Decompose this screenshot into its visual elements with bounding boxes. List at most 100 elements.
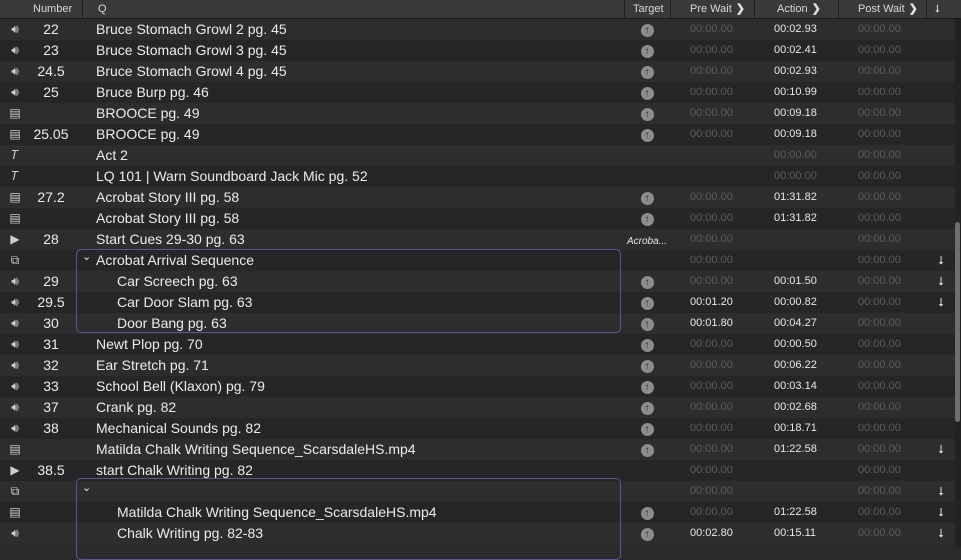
cue-target[interactable]: ↑ bbox=[624, 61, 670, 82]
cue-row[interactable]: ▤ Matilda Chalk Writing Sequence_Scarsdal… bbox=[0, 439, 955, 460]
post-wait-time[interactable]: 00:00.00 bbox=[858, 145, 928, 166]
cue-row[interactable]: 𝑇 LQ 101 | Warn Soundboard Jack Mic pg. 5… bbox=[0, 166, 955, 187]
cue-row[interactable]: 🔊︎ 29.5 Car Door Slam pg. 63 ↑ 00:01.20 00:00… bbox=[0, 292, 955, 313]
cue-row[interactable]: ▤ 27.2 Acrobat Story III pg. 58 ↑ 00:00.00 01… bbox=[0, 187, 955, 208]
cue-name[interactable]: Door Bang pg. 63 bbox=[117, 313, 227, 334]
post-wait-time[interactable]: 00:00.00 bbox=[858, 40, 928, 61]
cue-row[interactable]: ▤ Acrobat Story III pg. 58 ↑ 00:00.00 01:31.… bbox=[0, 208, 955, 229]
cue-row[interactable]: 🔊︎ 23 Bruce Stomach Growl 3 pg. 45 ↑ 00:00.0… bbox=[0, 40, 955, 61]
chevron-down-icon[interactable]: ⌄ bbox=[82, 247, 91, 268]
cue-number[interactable]: 32 bbox=[26, 355, 76, 376]
pre-wait-time[interactable]: 00:00.00 bbox=[690, 334, 760, 355]
pre-wait-time[interactable]: 00:00.00 bbox=[690, 397, 760, 418]
cue-name[interactable]: Bruce Stomach Growl 4 pg. 45 bbox=[96, 61, 287, 82]
cue-row[interactable]: 🔊︎ 32 Ear Stretch pg. 71 ↑ 00:00.00 00:06.22 0… bbox=[0, 355, 955, 376]
pre-wait-time[interactable] bbox=[690, 145, 760, 166]
cue-target[interactable]: ↑ bbox=[624, 208, 670, 229]
cue-number[interactable]: 23 bbox=[26, 40, 76, 61]
target-arrow-icon[interactable]: ↑ bbox=[640, 296, 654, 310]
action-time[interactable] bbox=[774, 250, 844, 271]
post-wait-column-header[interactable]: Post Wait ❯ bbox=[858, 0, 918, 18]
post-wait-time[interactable]: 00:00.00 bbox=[858, 166, 928, 187]
cue-number[interactable] bbox=[26, 145, 76, 166]
cue-target[interactable]: ↑ bbox=[624, 19, 670, 40]
cue-row[interactable]: 🔊︎ Chalk Writing pg. 82-83 ↑ 00:02.80 00:15.… bbox=[0, 523, 955, 544]
cue-target[interactable] bbox=[624, 250, 670, 271]
cue-target[interactable]: ↑ bbox=[624, 355, 670, 376]
cue-number[interactable] bbox=[26, 481, 76, 502]
cue-name[interactable]: Car Screech pg. 63 bbox=[117, 271, 238, 292]
cue-name[interactable]: Act 2 bbox=[96, 145, 128, 166]
post-wait-time[interactable]: 00:00.00 bbox=[858, 124, 928, 145]
post-wait-time[interactable]: 00:00.00 bbox=[858, 19, 928, 40]
cue-number[interactable]: 28 bbox=[26, 229, 76, 250]
action-time[interactable]: 00:15.11 bbox=[774, 523, 844, 544]
action-time[interactable]: 01:22.58 bbox=[774, 439, 844, 460]
post-wait-time[interactable]: 00:00.00 bbox=[858, 187, 928, 208]
cue-name[interactable]: Start Cues 29-30 pg. 63 bbox=[96, 229, 245, 250]
pre-wait-time[interactable]: 00:00.00 bbox=[690, 481, 760, 502]
post-wait-time[interactable]: 00:00.00 bbox=[858, 481, 928, 502]
cue-number[interactable] bbox=[26, 523, 76, 544]
action-time[interactable]: 00:06.22 bbox=[774, 355, 844, 376]
cue-row[interactable]: 🔊︎ 24.5 Bruce Stomach Growl 4 pg. 45 ↑ 00:00… bbox=[0, 61, 955, 82]
cue-number[interactable]: 31 bbox=[26, 334, 76, 355]
action-time[interactable]: 00:01.50 bbox=[774, 271, 844, 292]
action-time[interactable]: 00:02.68 bbox=[774, 397, 844, 418]
cue-number[interactable]: 25.05 bbox=[26, 124, 76, 145]
target-arrow-icon[interactable]: ↑ bbox=[640, 527, 654, 541]
cue-number[interactable] bbox=[26, 166, 76, 187]
action-time[interactable]: 00:02.93 bbox=[774, 19, 844, 40]
cue-name[interactable]: Car Door Slam pg. 63 bbox=[117, 292, 252, 313]
post-wait-time[interactable]: 00:00.00 bbox=[858, 208, 928, 229]
post-wait-time[interactable]: 00:00.00 bbox=[858, 502, 928, 523]
target-arrow-icon[interactable]: ↑ bbox=[640, 359, 654, 373]
cue-row[interactable]: ▶ 38.5 start Chalk Writing pg. 82 00:00.00 0… bbox=[0, 460, 955, 481]
cue-target[interactable]: ↑ bbox=[624, 313, 670, 334]
pre-wait-time[interactable]: 00:00.00 bbox=[690, 103, 760, 124]
cue-row[interactable]: 🔊︎ 25 Bruce Burp pg. 46 ↑ 00:00.00 00:10.99 00… bbox=[0, 82, 955, 103]
target-arrow-icon[interactable]: ↑ bbox=[640, 23, 654, 37]
pre-wait-time[interactable]: 00:00.00 bbox=[690, 271, 760, 292]
post-wait-time[interactable]: 00:00.00 bbox=[858, 271, 928, 292]
action-time[interactable] bbox=[774, 460, 844, 481]
pre-wait-time[interactable]: 00:00.00 bbox=[690, 502, 760, 523]
continue-arrow-icon[interactable]: ⭣ bbox=[934, 292, 948, 313]
target-arrow-icon[interactable]: ↑ bbox=[640, 107, 654, 121]
cue-number[interactable] bbox=[26, 103, 76, 124]
cue-number[interactable] bbox=[26, 439, 76, 460]
target-arrow-icon[interactable]: ↑ bbox=[640, 422, 654, 436]
action-time[interactable]: 01:31.82 bbox=[774, 187, 844, 208]
cue-row[interactable]: ⧉ ⌄ Acrobat Arrival Sequence 00:00.00 00:00.… bbox=[0, 250, 955, 271]
cue-name[interactable]: Newt Plop pg. 70 bbox=[96, 334, 203, 355]
action-time[interactable]: 00:02.93 bbox=[774, 61, 844, 82]
cue-target[interactable]: ↑ bbox=[624, 40, 670, 61]
action-time[interactable]: 00:00.00 bbox=[774, 145, 844, 166]
target-arrow-icon[interactable]: ↑ bbox=[640, 212, 654, 226]
action-time[interactable]: 00:09.18 bbox=[774, 124, 844, 145]
target-arrow-icon[interactable]: ↑ bbox=[640, 44, 654, 58]
cue-name[interactable]: Matilda Chalk Writing Sequence_Scarsdale… bbox=[117, 502, 437, 523]
cue-row[interactable]: ▤ 25.05 BROOCE pg. 49 ↑ 00:00.00 00:09.18 00:0… bbox=[0, 124, 955, 145]
pre-wait-time[interactable]: 00:00.00 bbox=[690, 229, 760, 250]
target-arrow-icon[interactable]: ↑ bbox=[640, 275, 654, 289]
cue-target[interactable]: ↑ bbox=[624, 187, 670, 208]
cue-name[interactable]: Bruce Stomach Growl 2 pg. 45 bbox=[96, 19, 287, 40]
cue-number[interactable]: 29.5 bbox=[26, 292, 76, 313]
cue-number[interactable]: 27.2 bbox=[26, 187, 76, 208]
cue-number[interactable]: 25 bbox=[26, 82, 76, 103]
cue-row[interactable]: 🔊︎ 38 Mechanical Sounds pg. 82 ↑ 00:00.00 00:… bbox=[0, 418, 955, 439]
cue-number[interactable]: 24.5 bbox=[26, 61, 76, 82]
cue-target[interactable]: ↑ bbox=[624, 103, 670, 124]
pre-wait-time[interactable]: 00:00.00 bbox=[690, 439, 760, 460]
post-wait-time[interactable]: 00:00.00 bbox=[858, 376, 928, 397]
cue-number[interactable]: 37 bbox=[26, 397, 76, 418]
cue-row[interactable]: 🔊︎ 33 School Bell (Klaxon) pg. 79 ↑ 00:00.00… bbox=[0, 376, 955, 397]
continue-mode-header-icon[interactable]: ⭣ bbox=[935, 0, 940, 18]
cue-target[interactable]: ↑ bbox=[624, 523, 670, 544]
cue-number[interactable] bbox=[26, 502, 76, 523]
pre-wait-time[interactable]: 00:00.00 bbox=[690, 19, 760, 40]
action-time[interactable]: 00:10.99 bbox=[774, 82, 844, 103]
action-time[interactable]: 01:31.82 bbox=[774, 208, 844, 229]
cue-target[interactable]: Acroba... bbox=[624, 229, 670, 250]
